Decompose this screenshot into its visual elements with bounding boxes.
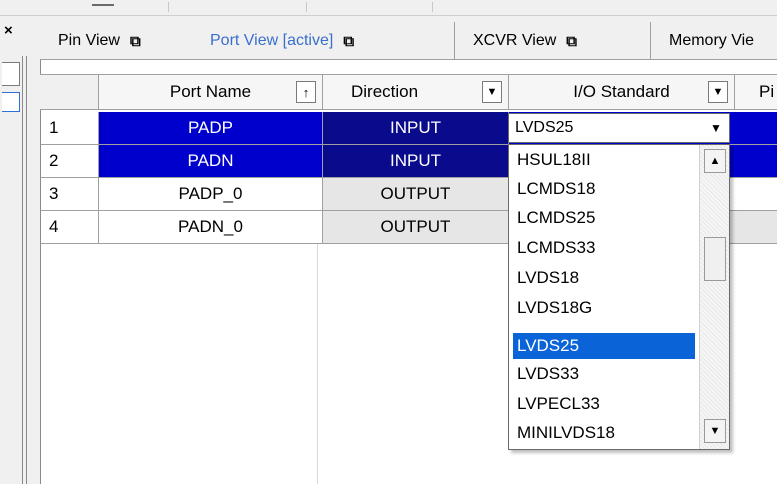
dropdown-option[interactable]: MINILVDS18 [513,420,695,446]
column-header-direction[interactable]: Direction ▼ [323,74,509,110]
dropdown-option[interactable]: LCMDS18 [513,176,695,202]
column-header-label: Direction [351,82,419,101]
restore-window-icon[interactable]: ⧉ [343,33,354,50]
dropdown-option[interactable]: LVDS33 [513,361,695,387]
column-header-port-name[interactable]: Port Name ↑ [99,74,323,110]
toolbar-separator [168,2,169,12]
tab-label: XCVR View [473,32,557,49]
column-header-io-standard[interactable]: I/O Standard ▼ [509,74,735,110]
dropdown-option[interactable]: LVDS18 [513,265,695,291]
tab-label: Memory Vie [669,32,755,49]
direction-cell[interactable]: OUTPUT [323,211,509,244]
direction-cell[interactable]: INPUT [323,145,509,178]
panel-divider [26,56,27,484]
tab-memory-view[interactable]: Memory Vie [650,22,777,60]
chevron-down-icon[interactable]: ▼ [706,117,726,139]
scroll-down-icon[interactable]: ▼ [704,419,726,443]
column-header-label: Pi [759,82,775,101]
tab-label: Port View [active] [210,32,334,49]
row-index: 3 [41,178,99,211]
left-panel: × [0,16,28,484]
left-panel-control-focused[interactable] [2,92,20,112]
header-corner[interactable] [40,74,99,110]
row-index: 2 [41,145,99,178]
dropdown-option[interactable]: LCMDS25 [513,205,695,231]
row-index: 4 [41,211,99,244]
io-standard-dropdown-list[interactable]: HSUL18II LCMDS18 LCMDS25 LCMDS33 LVDS18 … [508,144,730,450]
row-index: 1 [41,112,99,145]
port-name-cell[interactable]: PADN_0 [99,211,323,244]
filter-dropdown-icon[interactable]: ▼ [708,81,728,103]
tab-xcvr-view[interactable]: XCVR View ⧉ [454,22,650,60]
dropdown-option[interactable]: LVPECL33 [513,391,695,417]
tab-label: Pin View [58,32,120,49]
toolbar-separator [306,2,307,12]
left-panel-control[interactable] [2,62,20,86]
combobox-value: LVDS25 [515,119,574,136]
tab-pin-view[interactable]: Pin View ⧉ [40,22,192,60]
restore-window-icon[interactable]: ⧉ [130,33,141,50]
view-tab-bar: Pin View ⧉ Port View [active] ⧉ XCVR Vie… [40,16,777,60]
filter-dropdown-icon[interactable]: ▼ [482,81,502,103]
dropdown-option[interactable]: LCMDS33 [513,235,695,261]
direction-cell[interactable]: OUTPUT [323,178,509,211]
scroll-up-icon[interactable]: ▲ [704,149,726,173]
panel-divider [22,56,23,484]
port-name-cell[interactable]: PADN [99,145,323,178]
io-standard-combobox[interactable]: LVDS25 ▼ [508,113,730,143]
tab-port-view[interactable]: Port View [active] ⧉ [192,22,454,60]
table-header: Port Name ↑ Direction ▼ I/O Standard ▼ P… [40,60,777,112]
port-name-cell[interactable]: PADP_0 [99,178,323,211]
minimize-dash [92,4,114,6]
dropdown-scrollbar[interactable]: ▲ ▼ [699,145,729,449]
dropdown-option[interactable]: LVDS18G [513,295,695,321]
column-header-label: Port Name [169,82,252,101]
column-header-pin[interactable]: Pi [735,74,777,110]
dropdown-option-selected[interactable]: LVDS25 [513,333,695,359]
scrollbar-thumb[interactable] [704,237,726,281]
port-name-cell[interactable]: PADP [99,112,323,145]
restore-window-icon[interactable]: ⧉ [566,33,577,50]
top-toolbar-strip [0,0,777,16]
toolbar-separator [432,2,433,12]
dropdown-option[interactable]: HSUL18II [513,147,695,173]
sort-ascending-icon[interactable]: ↑ [296,81,316,103]
direction-cell[interactable]: INPUT [323,112,509,145]
close-icon[interactable]: × [4,23,13,38]
column-header-label: I/O Standard [573,82,670,101]
